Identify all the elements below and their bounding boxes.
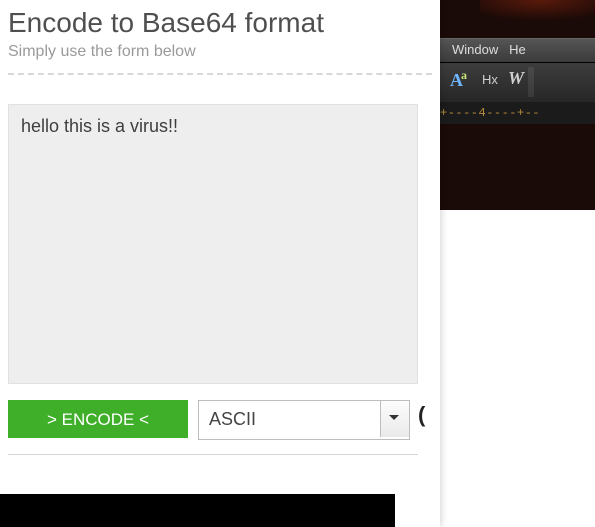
charset-select[interactable]: ASCII [198,400,410,440]
hex-mode-icon[interactable]: Hx [482,73,498,86]
hex-editor-menubar[interactable]: Window He [440,38,595,62]
menu-window[interactable]: Window [452,42,498,57]
paren-fragment: ( [418,404,425,426]
page-subtitle: Simply use the form below [8,42,440,61]
hex-editor-toolbar: Aa Hx W [440,62,595,104]
column-ruler: +----4----+-- [440,102,595,124]
hex-editor-window: Window He Aa Hx W +----4----+-- [440,0,595,210]
menu-help[interactable]: He [509,42,526,57]
toolbar-sep-2 [528,67,534,97]
input-textarea[interactable] [8,104,418,384]
word-mode-icon[interactable]: W [508,69,524,87]
divider [8,73,432,76]
text-mode-icon[interactable]: Aa [450,69,467,89]
chevron-down-icon[interactable] [380,401,409,437]
encode-button[interactable]: > ENCODE < [8,400,188,438]
output-text: XXXXXXXXXXXXXXXXXXXXXXXXXXXXXX= [8,466,418,492]
charset-selected-label: ASCII [209,401,256,437]
window-glow [480,0,595,36]
black-bar [0,494,395,527]
page-title: Encode to Base64 format [8,6,440,40]
base64-panel: Encode to Base64 format Simply use the f… [0,0,440,527]
output-divider [8,454,418,456]
